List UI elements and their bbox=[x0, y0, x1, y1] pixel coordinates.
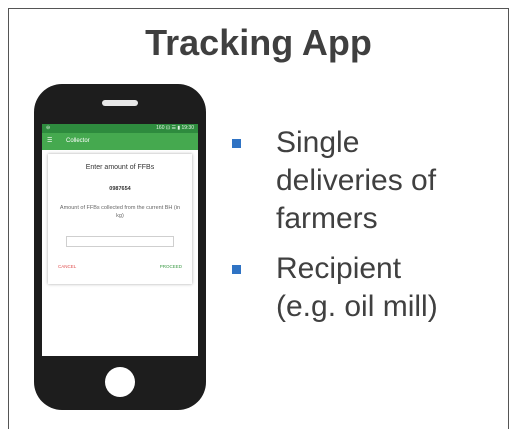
app-bar-title: Collector bbox=[66, 138, 90, 144]
app-bar: ☰ Collector bbox=[42, 133, 198, 150]
bullet-list: Single deliveries of farmers Recipient (… bbox=[232, 124, 512, 326]
proceed-button[interactable]: PROCEED bbox=[160, 264, 182, 269]
cancel-button[interactable]: CANCEL bbox=[58, 264, 76, 269]
amount-dialog: Enter amount of FFBs 0987654 Amount of F… bbox=[48, 154, 192, 284]
bullet-line: Single bbox=[276, 126, 360, 159]
home-button bbox=[105, 367, 135, 397]
dialog-id: 0987654 bbox=[109, 186, 131, 192]
status-bar: ⊖ 160 ⊡ ☰ ▮ 19:30 bbox=[42, 124, 198, 133]
slide-title: Tracking App bbox=[145, 22, 372, 63]
status-bar-right: 160 ⊡ ☰ ▮ 19:30 bbox=[156, 125, 194, 131]
bullet-marker bbox=[232, 139, 241, 148]
phone-illustration: ⊖ 160 ⊡ ☰ ▮ 19:30 ☰ Collector Enter amou… bbox=[34, 84, 206, 410]
phone-screen: ⊖ 160 ⊡ ☰ ▮ 19:30 ☰ Collector Enter amou… bbox=[42, 124, 198, 356]
bullet-line: Recipient bbox=[276, 252, 402, 285]
bullet-line: (e.g. oil mill) bbox=[276, 290, 438, 323]
menu-icon[interactable]: ☰ bbox=[47, 133, 52, 150]
bullet-line: deliveries of bbox=[276, 164, 437, 197]
bullet-line: farmers bbox=[276, 202, 378, 235]
status-bar-left: ⊖ bbox=[46, 125, 51, 131]
dialog-title: Enter amount of FFBs bbox=[85, 164, 155, 171]
amount-input[interactable] bbox=[66, 236, 174, 247]
bullet-item: Recipient (e.g. oil mill) bbox=[232, 250, 512, 326]
phone-speaker bbox=[102, 100, 138, 106]
dialog-description: Amount of FFBs collected from the curren… bbox=[59, 205, 181, 219]
bullet-item: Single deliveries of farmers bbox=[232, 124, 512, 238]
bullet-marker bbox=[232, 265, 241, 274]
